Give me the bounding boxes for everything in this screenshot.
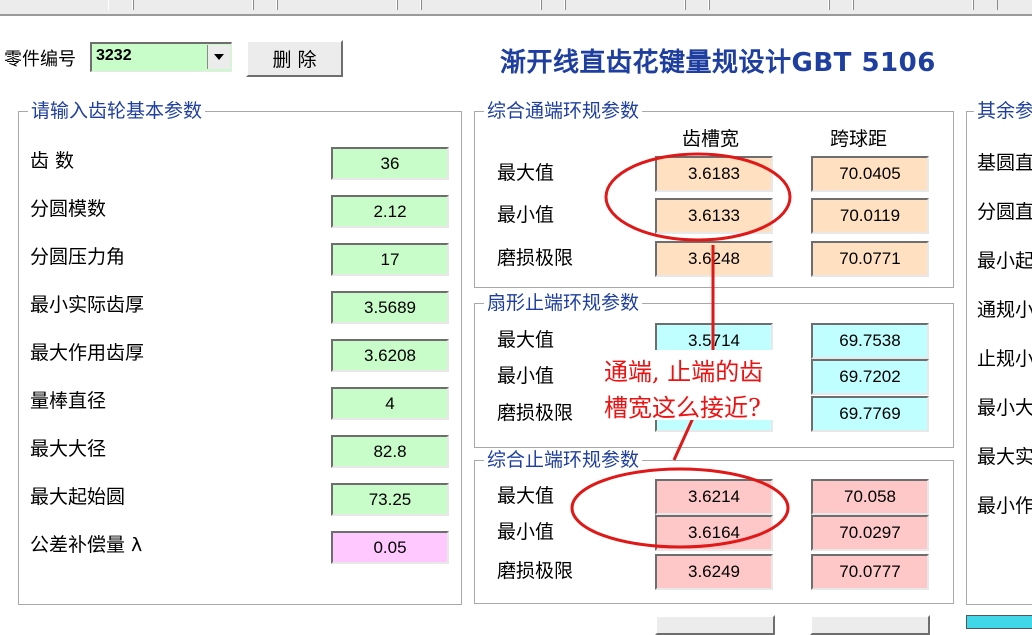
annotation-ellipse-nogo [570, 467, 790, 549]
annotation-line-1: 通端, 止端的齿 [604, 358, 764, 386]
annotation-line-2: 槽宽这么接近? [604, 394, 761, 422]
annotation-overlay [570, 152, 792, 549]
annotation-ellipse-go [604, 152, 792, 242]
annotation-pointer-down [672, 417, 695, 461]
